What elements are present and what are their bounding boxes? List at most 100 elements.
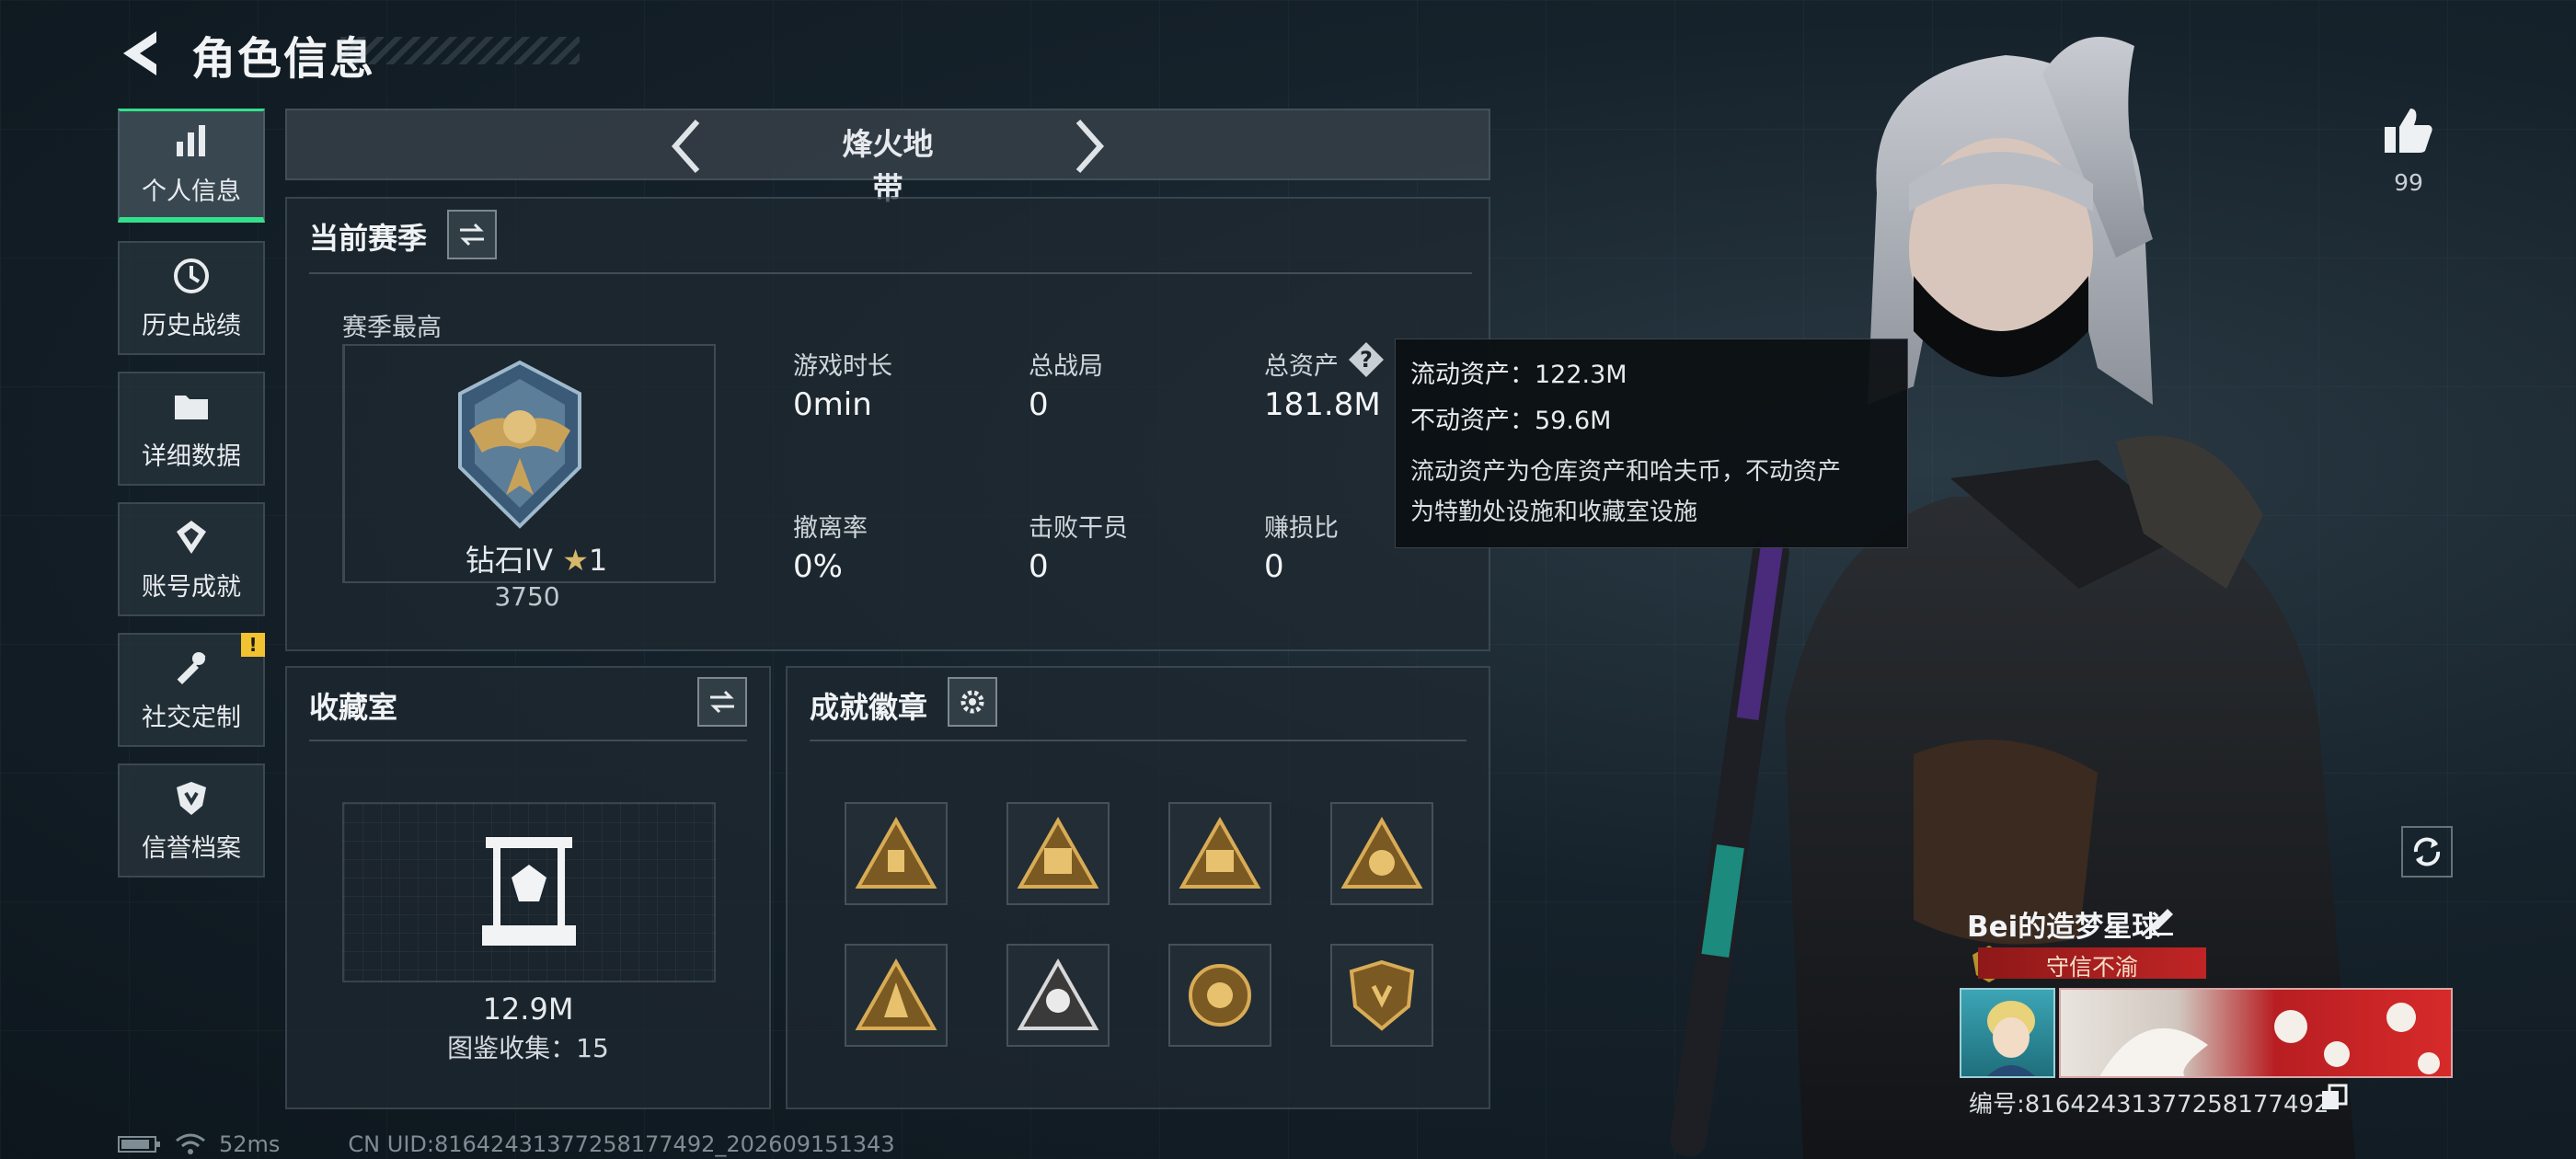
sidebar-item-personal-info[interactable]: 个人信息 [118,109,265,223]
stat-matches-value: 0 [1029,386,1049,423]
sidebar-item-detailed-data[interactable]: 详细数据 [118,372,265,486]
wifi-icon [176,1133,205,1154]
sidebar-item-reputation[interactable]: 信誉档案 [118,763,265,878]
achievement-badge[interactable] [1168,944,1271,1047]
rank-name: 钻石IV [465,543,554,578]
diamond-rank-emblem-icon [458,360,581,529]
stat-kills-value: 0 [1029,548,1049,585]
stat-playtime-label: 游戏时长 [793,352,892,381]
profile-banner[interactable] [2059,988,2453,1078]
sidebar-item-label: 账号成就 [142,572,241,602]
stat-extract-label: 撤离率 [793,514,868,543]
tooltip-liquid-assets: 流动资产：122.3M [1410,361,1627,389]
refresh-icon [2413,837,2441,866]
rank-points: 3750 [494,581,560,612]
pencil-icon [2149,909,2173,935]
achievement-badge[interactable] [845,944,948,1047]
badge-wreath-icon [1189,964,1251,1027]
swap-icon [460,223,484,247]
tools-icon [177,651,206,684]
sidebar-item-history[interactable]: 历史战绩 [118,241,265,355]
tooltip-desc-line1: 流动资产为仓库资产和哈夫币，不动资产 [1410,458,1842,486]
rank-emblem [442,357,598,535]
thumbs-up-icon [2385,109,2432,153]
stat-kills-label: 击败干员 [1029,514,1128,543]
collection-title: 收藏室 [309,690,398,725]
divider [810,740,1466,741]
stat-matches-label: 总战局 [1029,352,1103,381]
sidebar-item-label: 详细数据 [142,442,241,471]
asset-tooltip: 流动资产：122.3M 不动资产：59.6M 流动资产为仓库资产和哈夫币，不动资… [1395,339,1908,548]
avatar[interactable] [1960,988,2055,1078]
season-title: 当前赛季 [309,221,428,256]
sidebar-item-label: 社交定制 [142,703,241,732]
back-arrow-icon [123,31,156,75]
badge-flower-icon [1340,817,1423,889]
collection-switch-button[interactable] [697,677,747,727]
season-best-label: 赛季最高 [342,314,442,342]
tooltip-fixed-assets: 不动资产：59.6M [1410,407,1612,435]
battery-icon [118,1136,160,1153]
chevron-left-icon [671,120,700,173]
swap-icon [710,690,734,714]
folder-icon [175,395,208,419]
stat-profit-value: 0 [1264,548,1284,585]
title-decoration [340,37,580,64]
clock-icon [174,258,209,293]
copy-id-button[interactable] [2320,1084,2348,1115]
bar-chart-icon [177,125,205,156]
uid-text: CN UID:81642431377258177492_202609151343 [348,1131,895,1157]
achievement-badge[interactable] [845,802,948,905]
like-count: 99 [2394,169,2423,196]
next-mode-button[interactable] [1065,114,1111,178]
achievement-title: 成就徽章 [810,690,928,725]
title-tag: 守信不渝 [1978,947,2206,981]
title-tag-text: 守信不渝 [2045,954,2138,981]
display-case-icon [478,832,580,955]
season-switch-button[interactable] [447,210,497,259]
player-id: 编号:81642431377258177492 [1969,1091,2329,1119]
badge-skull-icon [1017,958,1099,1030]
sidebar-item-label: 历史战绩 [142,311,241,340]
rank-stars: 1 [588,543,608,578]
stat-extract-value: 0% [793,548,843,585]
badge-shield-icon [1349,959,1415,1031]
chevron-right-icon [1075,120,1105,173]
refresh-button[interactable] [2401,826,2453,878]
sidebar-item-social-custom[interactable]: 社交定制 ! [118,633,265,747]
copy-icon [2322,1084,2348,1109]
shield-icon [177,781,206,815]
player-name: Bei的造梦星球 [1967,911,2161,944]
badge-safe-icon [1017,817,1099,889]
achievement-badge[interactable] [1006,944,1110,1047]
stat-assets-value: 181.8M [1264,386,1381,423]
collection-codex: 图鉴收集：15 [447,1033,609,1063]
stat-playtime-value: 0min [793,386,872,423]
sidebar-item-label: 个人信息 [142,178,241,206]
mode-title: 烽火地带 [842,126,934,206]
medal-icon [177,520,206,554]
status-bar: 52ms CN UID:81642431377258177492_2026091… [118,1131,895,1157]
edit-name-button[interactable] [2145,905,2177,940]
achievement-settings-button[interactable] [948,677,997,727]
rank-label: 钻石IV ★1 [449,537,624,580]
divider [309,272,1472,274]
badge-bag-icon [855,817,937,889]
notification-badge: ! [241,633,265,657]
badge-tower-icon [855,958,937,1030]
stat-profit-label: 赚损比 [1264,514,1339,543]
sidebar-item-label: 信誉档案 [142,833,241,863]
like-button[interactable] [2381,103,2436,162]
star-icon: ★ [562,543,589,578]
prev-mode-button[interactable] [664,114,710,178]
sidebar-item-achievements[interactable]: 账号成就 [118,502,265,616]
tooltip-desc-line2: 为特勤处设施和收藏室设施 [1410,499,1698,526]
achievement-badge[interactable] [1006,802,1110,905]
gear-icon [960,690,984,714]
achievement-badge[interactable] [1330,802,1433,905]
achievement-badge[interactable] [1168,802,1271,905]
ping-value: 52ms [219,1131,281,1157]
badge-case-icon [1179,817,1261,889]
back-button[interactable] [118,28,164,79]
achievement-badge[interactable] [1330,944,1433,1047]
